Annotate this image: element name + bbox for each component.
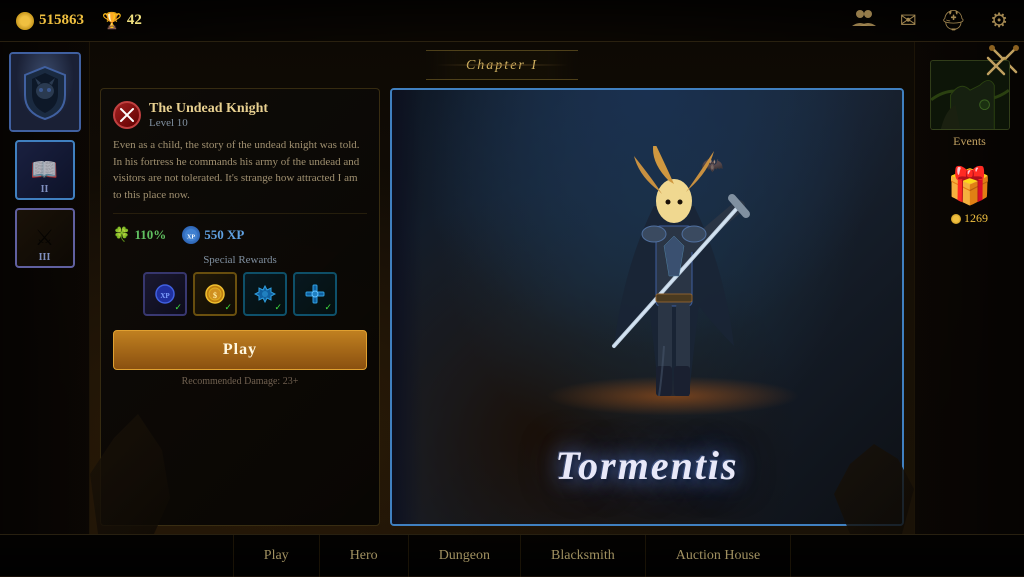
topbar: 515863 🏆 42 ✉ ⛑ ⚙ [0,0,1024,42]
slot-level-ii: II [41,184,49,195]
quest-header: The Undead Knight Level 10 [113,101,367,129]
svg-text:XP: XP [160,292,170,300]
play-button[interactable]: Play [113,330,367,370]
chapter-header: Chapter I [426,50,578,80]
xp-value: 550 XP [204,227,244,243]
sidebar-slot-sword[interactable]: ⚔ III [15,208,75,268]
topbar-left: 515863 🏆 42 [16,11,142,31]
coin-display: 515863 [16,12,84,30]
topbar-right: ✉ ⛑ ⚙ [852,8,1008,34]
warrior-svg [584,146,764,446]
mail-icon[interactable]: ✉ [900,8,917,33]
chapter-title: Chapter I [466,58,538,73]
book-icon: 📖 [31,157,58,183]
nav-blacksmith[interactable]: Blacksmith [521,535,646,577]
reward-coin[interactable]: $ [193,272,237,316]
bottom-nav: Play Hero Dungeon Blacksmith Auction Hou… [0,534,1024,576]
clover-icon: 🍀 [113,227,130,244]
quest-description: Even as a child, the story of the undead… [113,137,367,214]
game-image: 🦇 [390,88,904,526]
main-content: Chapter I The Undead Knight Level 10 Eve… [90,42,914,534]
rewards-row: XP $ [113,272,367,316]
reward-gear2[interactable] [293,272,337,316]
nav-dungeon[interactable]: Dungeon [409,535,521,577]
luck-value: 110% [134,227,166,243]
sidebar-slot-book[interactable]: 📖 II [15,140,75,200]
slot-level-iii: III [39,252,51,263]
quest-icon [113,101,141,129]
events-label: Events [953,134,986,149]
close-button[interactable] [980,50,1012,82]
quest-name: The Undead Knight [149,101,268,117]
chest-coin-amount: 1269 [964,211,988,226]
recommended-damage: Recommended Damage: 23+ [113,376,367,387]
nav-auction-house[interactable]: Auction House [646,535,791,577]
chest-button[interactable]: 🎁 1269 [947,165,992,226]
hero-card[interactable] [9,52,81,132]
quest-level: Level 10 [149,117,268,129]
svg-text:$: $ [213,291,217,300]
content-area: The Undead Knight Level 10 Even as a chi… [90,80,914,534]
trophy-count: 42 [127,12,142,29]
xp-icon: XP [182,226,200,244]
settings-icon[interactable]: ⚙ [990,8,1008,33]
trophy-icon: 🏆 [102,11,122,31]
xp-stat: XP 550 XP [182,226,244,244]
helmet-icon[interactable]: ⛑ [941,8,966,33]
quest-stats: 🍀 110% XP 550 XP [113,226,367,244]
nav-hero[interactable]: Hero [320,535,409,577]
right-sidebar: Events 🎁 1269 [914,42,1024,534]
chest-coins-display: 1269 [951,211,988,226]
small-coin-icon [951,214,961,224]
quest-title-area: The Undead Knight Level 10 [149,101,268,129]
coin-amount: 515863 [39,12,84,29]
game-title: Tormentis [392,442,902,489]
sword-icon: ⚔ [35,225,55,251]
coin-icon [16,12,34,30]
hero-portrait [11,54,79,130]
left-sidebar: 📖 II ⚔ III [0,42,90,534]
special-rewards-label: Special Rewards [113,254,367,266]
chest-icon: 🎁 [947,165,992,207]
friends-icon[interactable] [852,8,876,34]
reward-xp[interactable]: XP [143,272,187,316]
nav-play[interactable]: Play [233,535,320,577]
reward-gear1[interactable] [243,272,287,316]
svg-text:XP: XP [187,235,195,241]
luck-stat: 🍀 110% [113,227,166,244]
trophy-display: 🏆 42 [102,11,142,31]
